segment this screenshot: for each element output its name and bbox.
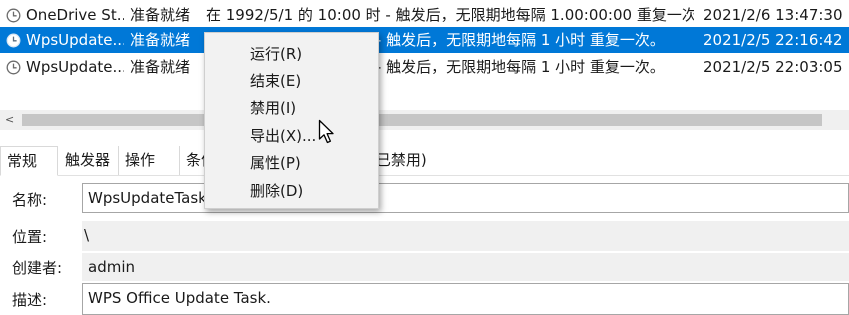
menu-item-run[interactable]: 运行(R) [206, 41, 378, 68]
clock-icon [6, 60, 21, 75]
task-row-selected[interactable]: WpsUpdate... 准备就绪 在 2021/1/6 的 0:16 时 - … [0, 27, 849, 53]
context-menu: 运行(R) 结束(E) 禁用(I) 导出(X)... 属性(P) 删除(D) [204, 32, 379, 209]
menu-item-delete[interactable]: 删除(D) [206, 178, 378, 205]
description-value: WPS Office Update Task. [88, 289, 271, 307]
menu-item-end[interactable]: 结束(E) [206, 68, 378, 95]
task-status: 准备就绪 [130, 6, 191, 24]
task-scheduler-window: OneDrive St... 准备就绪 在 1992/5/1 的 10:00 时… [0, 0, 849, 315]
task-name: WpsUpdate... [26, 58, 124, 76]
task-next-run: 2021/2/6 13:47:30 [703, 6, 843, 24]
task-next-run: 2021/2/5 22:03:05 [703, 58, 843, 76]
scrollbar-thumb[interactable] [22, 114, 822, 126]
scroll-left-arrow-icon[interactable]: < [5, 114, 14, 126]
menu-item-disable[interactable]: 禁用(I) [206, 95, 378, 122]
author-label: 创建者: [12, 259, 63, 277]
location-field [82, 221, 849, 251]
task-name: OneDrive St... [26, 6, 124, 24]
tab-actions[interactable]: 操作 [119, 146, 180, 176]
mouse-cursor-icon [318, 119, 334, 144]
author-value: admin [88, 258, 135, 276]
location-label: 位置: [12, 228, 48, 246]
tab-general[interactable]: 常规 [0, 146, 58, 176]
task-row[interactable]: OneDrive St... 准备就绪 在 1992/5/1 的 10:00 时… [0, 2, 849, 28]
task-name: WpsUpdate... [26, 31, 124, 49]
task-trigger: 在 1992/5/1 的 10:00 时 - 触发后，无限期地每隔 1.00:0… [206, 6, 694, 24]
clock-icon [6, 33, 21, 48]
tab-triggers[interactable]: 触发器 [59, 146, 119, 176]
description-label: 描述: [12, 291, 48, 309]
detail-tabs: 常规 触发器 操作 条件 设置 历史记录(已禁用) [0, 146, 849, 176]
task-status: 准备就绪 [130, 58, 191, 76]
menu-item-properties[interactable]: 属性(P) [206, 150, 378, 177]
clock-icon [6, 8, 21, 23]
location-value: \ [84, 226, 90, 244]
task-next-run: 2021/2/5 22:16:42 [703, 31, 843, 49]
task-list: OneDrive St... 准备就绪 在 1992/5/1 的 10:00 时… [0, 0, 849, 110]
name-label: 名称: [12, 191, 48, 209]
task-status: 准备就绪 [130, 31, 191, 49]
menu-item-export[interactable]: 导出(X)... [206, 123, 378, 150]
author-field [82, 253, 849, 281]
horizontal-scrollbar[interactable]: < [0, 110, 849, 130]
task-row[interactable]: WpsUpdate... 准备就绪 在 2021/1/6 的 0:03 时 - … [0, 54, 849, 80]
